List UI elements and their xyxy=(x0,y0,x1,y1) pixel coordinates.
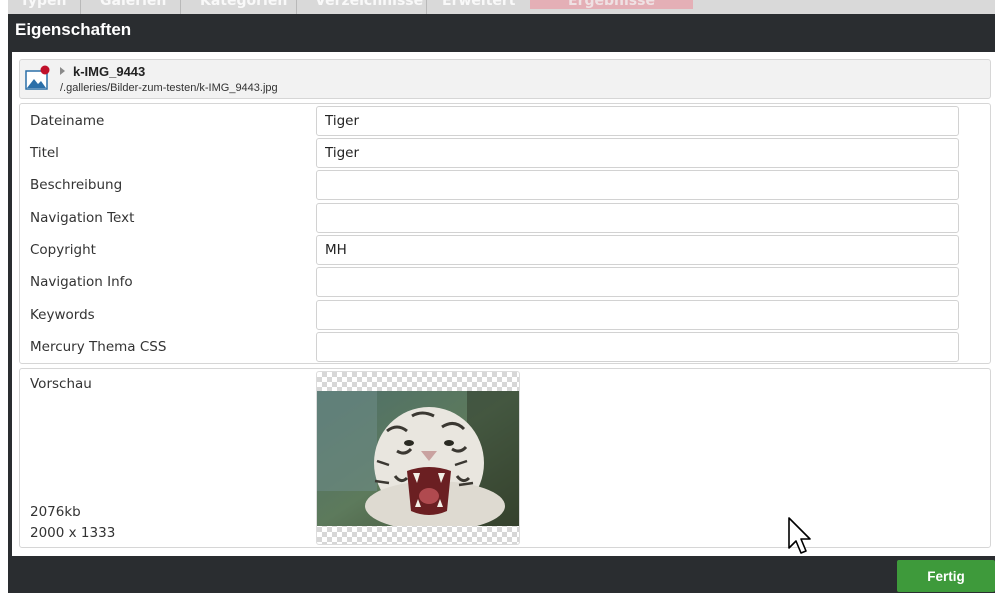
tab-galerien[interactable]: Galerien xyxy=(100,0,166,9)
property-row-navigation-info: Navigation Info xyxy=(20,266,990,298)
property-row-mercury-thema-css: Mercury Thema CSS xyxy=(20,331,990,363)
file-size: 2076kb xyxy=(30,504,81,520)
tab-separator xyxy=(426,0,427,14)
dialog-footer: Fertig xyxy=(8,556,995,593)
property-row-copyright: Copyright xyxy=(20,234,990,266)
tab-erweitert[interactable]: Erweitert xyxy=(442,0,515,9)
mouse-pointer-icon xyxy=(788,517,811,554)
property-row-titel: Titel xyxy=(20,137,990,169)
mercury-thema-css-input[interactable] xyxy=(316,332,959,362)
file-header: k-IMG_9443 /.galleries/Bilder-zum-testen… xyxy=(19,59,991,99)
property-row-keywords: Keywords xyxy=(20,299,990,331)
file-path: /.galleries/Bilder-zum-testen/k-IMG_9443… xyxy=(60,82,278,94)
image-file-icon xyxy=(25,65,50,90)
preview-thumbnail[interactable] xyxy=(316,371,520,545)
navigation-info-input[interactable] xyxy=(316,267,959,297)
tab-ergebnisse[interactable]: Ergebnisse xyxy=(530,0,693,9)
tab-verzeichnisse[interactable]: Verzeichnisse xyxy=(315,0,423,9)
dateiname-input[interactable] xyxy=(316,106,959,136)
tab-kategorien[interactable]: Kategorien xyxy=(200,0,287,9)
keywords-input[interactable] xyxy=(316,300,959,330)
property-row-beschreibung: Beschreibung xyxy=(20,169,990,201)
file-name: k-IMG_9443 xyxy=(73,63,146,79)
tab-separator xyxy=(296,0,297,14)
property-label: Copyright xyxy=(30,242,96,258)
properties-form: Dateiname Titel Beschreibung Navigation … xyxy=(19,103,991,364)
copyright-input[interactable] xyxy=(316,235,959,265)
property-label: Dateiname xyxy=(30,113,105,129)
tab-separator xyxy=(80,0,81,14)
properties-dialog: Eigenschaften k-IMG_9443 /.galleries/Bil… xyxy=(8,14,995,593)
caret-right-icon[interactable] xyxy=(60,67,65,75)
property-label: Keywords xyxy=(30,307,95,323)
dialog-content: k-IMG_9443 /.galleries/Bilder-zum-testen… xyxy=(12,52,995,568)
tiger-image xyxy=(317,391,519,526)
beschreibung-input[interactable] xyxy=(316,170,959,200)
tab-strip: Typen Galerien Kategorien Verzeichnisse … xyxy=(8,0,995,14)
property-label: Navigation Text xyxy=(30,210,135,226)
navigation-text-input[interactable] xyxy=(316,203,959,233)
tab-typen[interactable]: Typen xyxy=(20,0,67,9)
image-dimensions: 2000 x 1333 xyxy=(30,525,116,541)
property-label: Mercury Thema CSS xyxy=(30,339,167,355)
titel-input[interactable] xyxy=(316,138,959,168)
property-label: Titel xyxy=(30,145,59,161)
dialog-title: Eigenschaften xyxy=(15,20,132,39)
property-row-dateiname: Dateiname xyxy=(20,105,990,137)
tab-separator xyxy=(180,0,181,14)
preview-panel: Vorschau 2076kb 2000 x 1333 xyxy=(19,368,991,548)
file-name-row[interactable]: k-IMG_9443 xyxy=(60,62,145,80)
property-label: Navigation Info xyxy=(30,274,133,290)
property-label: Beschreibung xyxy=(30,177,123,193)
property-row-navigation-text: Navigation Text xyxy=(20,202,990,234)
preview-label: Vorschau xyxy=(30,376,92,392)
done-button[interactable]: Fertig xyxy=(897,560,995,592)
